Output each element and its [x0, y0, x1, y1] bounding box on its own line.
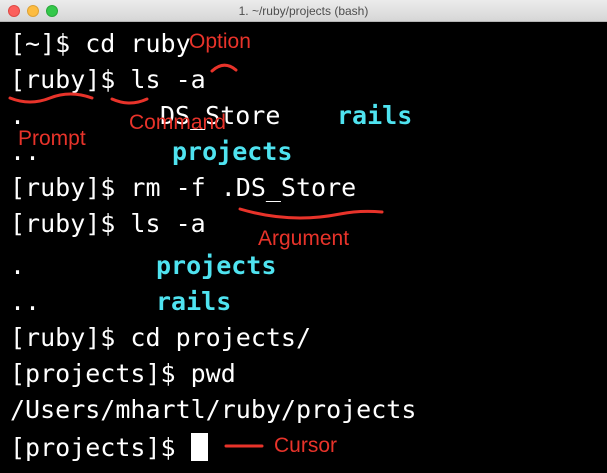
command-label: Command: [129, 111, 226, 134]
prompt-label: Prompt: [18, 127, 86, 150]
argument-underline: [238, 207, 384, 220]
prompt-underline: [8, 92, 94, 104]
terminal-window: 1. ~/ruby/projects (bash) [~]$ cd ruby […: [0, 0, 607, 473]
argument-label: Argument: [258, 227, 350, 250]
option-label: Option: [189, 30, 251, 53]
option-underline: [210, 63, 238, 73]
cursor-label: Cursor: [274, 434, 338, 457]
command-underline: [110, 97, 149, 105]
